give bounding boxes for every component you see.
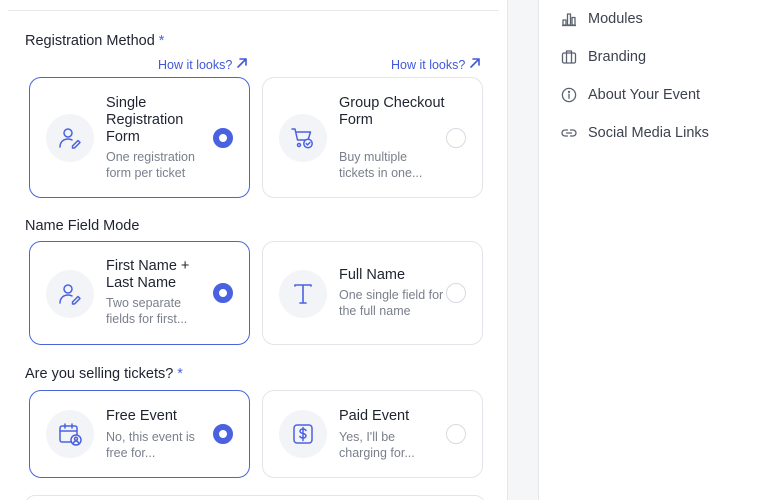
option-description: No, this event is free for... (106, 430, 195, 460)
sidebar-item-label: Social Media Links (588, 124, 709, 141)
briefcase-icon (560, 48, 577, 65)
option-title: Full Name (339, 267, 406, 283)
arrow-up-right-icon (469, 57, 481, 72)
name-field-mode-label: Name Field Mode (25, 218, 140, 234)
registration-method-label: Registration Method (25, 33, 155, 49)
option-title: Paid Event (339, 408, 410, 424)
user-edit-icon (46, 114, 94, 162)
link-icon (560, 124, 577, 141)
dollar-icon (279, 410, 327, 458)
selling-tickets-label: Are you selling tickets? (25, 366, 174, 382)
option-description: Buy multiple tickets in one... (339, 150, 423, 180)
option-full-name[interactable]: Full Name One single field for the full … (262, 241, 483, 345)
option-description: Two separate fields for first... (106, 296, 188, 326)
name-field-mode-title: Name Field Mode (25, 218, 139, 234)
radio-selected[interactable] (213, 128, 233, 148)
sidebar-item-modules[interactable]: Modules (560, 10, 643, 27)
option-description: One single field for the full name (339, 288, 444, 318)
sidebar-item-branding[interactable]: Branding (560, 48, 646, 65)
top-divider (8, 10, 499, 11)
sidebar-item-about-your-event[interactable]: About Your Event (560, 86, 700, 103)
how-it-looks-label: How it looks? (391, 57, 466, 72)
radio-selected[interactable] (213, 283, 233, 303)
how-it-looks-label: How it looks? (158, 57, 233, 72)
calendar-user-icon (46, 410, 94, 458)
next-section-card (25, 495, 485, 500)
settings-sidebar (538, 0, 760, 500)
sidebar-item-label: About Your Event (588, 86, 701, 103)
how-it-looks-link-group[interactable]: How it looks? (391, 57, 481, 72)
option-title: First Name + Last Name (106, 258, 190, 291)
bar-chart-icon (560, 10, 577, 27)
user-edit-icon (46, 270, 94, 318)
how-it-looks-link-single[interactable]: How it looks? (158, 57, 248, 72)
sidebar-item-social-media-links[interactable]: Social Media Links (560, 124, 709, 141)
radio-selected[interactable] (213, 424, 233, 444)
sidebar-item-label: Branding (588, 48, 647, 65)
option-free-event[interactable]: Free Event No, this event is free for... (29, 390, 250, 478)
selling-tickets-title: Are you selling tickets? * (25, 366, 183, 382)
option-description: Yes, I'll be charging for... (339, 430, 415, 460)
option-title: Single Registration Form (106, 95, 184, 145)
option-title: Free Event (106, 408, 177, 424)
registration-method-title: Registration Method * (25, 33, 164, 49)
option-first-last-name[interactable]: First Name + Last Name Two separate fiel… (29, 241, 250, 345)
required-mark: * (158, 33, 165, 49)
sidebar-item-label: Modules (588, 10, 643, 27)
radio-unselected[interactable] (446, 283, 466, 303)
cart-check-icon (279, 114, 327, 162)
radio-unselected[interactable] (446, 128, 466, 148)
option-description: One registration form per ticket (106, 150, 195, 180)
text-t-icon (279, 270, 327, 318)
arrow-up-right-icon (236, 57, 248, 72)
option-group-checkout-form[interactable]: Group Checkout Form Buy multiple tickets… (262, 77, 483, 198)
option-paid-event[interactable]: Paid Event Yes, I'll be charging for... (262, 390, 483, 478)
option-title: Group Checkout Form (339, 95, 445, 128)
info-icon (560, 86, 577, 103)
option-single-registration-form[interactable]: Single Registration Form One registratio… (29, 77, 250, 198)
radio-unselected[interactable] (446, 424, 466, 444)
required-mark: * (177, 366, 183, 382)
